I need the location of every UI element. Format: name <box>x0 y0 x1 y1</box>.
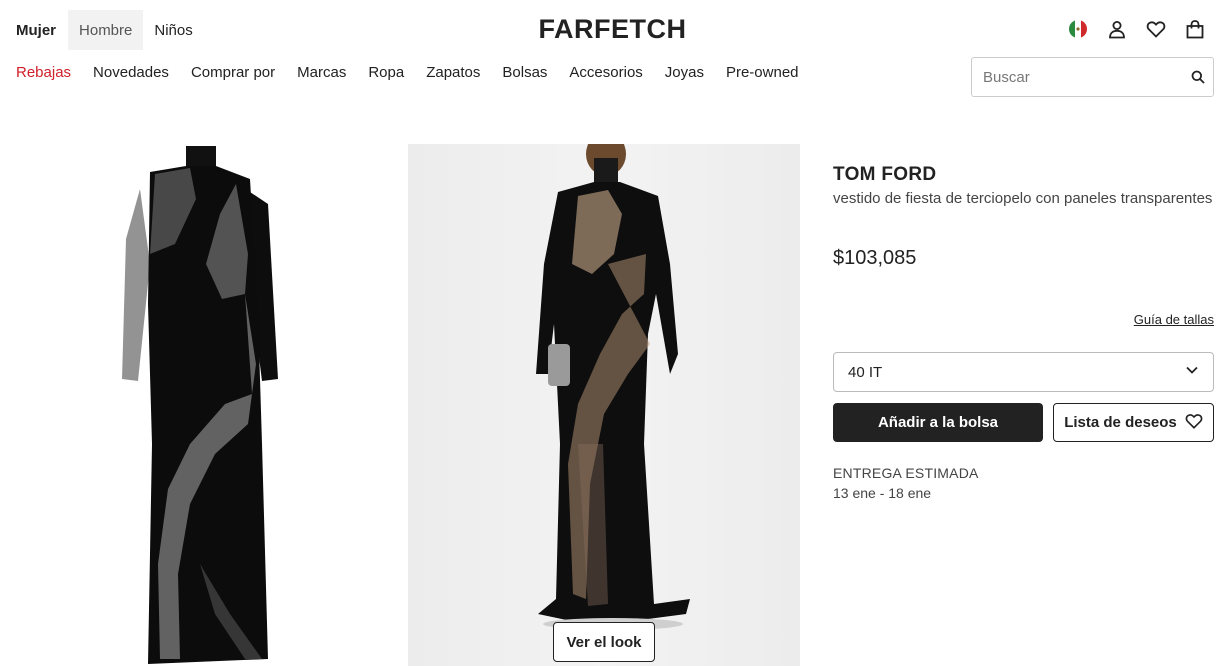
wishlist-label: Lista de deseos <box>1064 414 1177 431</box>
nav-item-accesorios[interactable]: Accesorios <box>569 64 642 81</box>
product-image-model[interactable] <box>408 144 800 666</box>
delivery-title: ENTREGA ESTIMADA <box>833 465 979 481</box>
tab-ninos[interactable]: Niños <box>143 10 203 50</box>
nav-item-ropa[interactable]: Ropa <box>368 64 404 81</box>
nav-item-bolsas[interactable]: Bolsas <box>502 64 547 81</box>
nav-item-pre-owned[interactable]: Pre-owned <box>726 64 799 81</box>
product-name: vestido de fiesta de terciopelo con pane… <box>833 190 1213 207</box>
view-look-button[interactable]: Ver el look <box>553 622 655 662</box>
search-input[interactable] <box>972 58 1182 96</box>
nav-item-rebajas[interactable]: Rebajas <box>16 64 71 81</box>
nav-item-comprar-por[interactable]: Comprar por <box>191 64 275 81</box>
main-nav: Rebajas Novedades Comprar por Marcas Rop… <box>16 64 821 81</box>
farfetch-logo[interactable]: FARFETCH <box>539 14 687 44</box>
header-icons <box>1068 19 1205 39</box>
nav-item-marcas[interactable]: Marcas <box>297 64 346 81</box>
bag-icon[interactable] <box>1185 19 1205 39</box>
search-box <box>971 57 1214 97</box>
user-icon[interactable] <box>1107 19 1127 39</box>
delivery-dates: 13 ene - 18 ene <box>833 485 932 501</box>
mexico-flag-icon[interactable] <box>1068 19 1088 39</box>
heart-icon <box>1185 412 1203 434</box>
nav-item-zapatos[interactable]: Zapatos <box>426 64 480 81</box>
product-image-main[interactable] <box>0 144 400 666</box>
search-icon[interactable] <box>1182 70 1213 84</box>
size-guide-link[interactable]: Guía de tallas <box>1134 312 1214 327</box>
tab-mujer[interactable]: Mujer <box>0 10 68 50</box>
selected-size: 40 IT <box>848 363 883 381</box>
product-brand[interactable]: TOM FORD <box>833 164 936 186</box>
heart-icon[interactable] <box>1146 19 1166 39</box>
tab-hombre[interactable]: Hombre <box>68 10 144 50</box>
nav-item-joyas[interactable]: Joyas <box>665 64 704 81</box>
chevron-down-icon <box>1185 363 1199 381</box>
size-select[interactable]: 40 IT <box>833 352 1214 392</box>
wishlist-button[interactable]: Lista de deseos <box>1053 403 1214 442</box>
gender-tabs: Mujer Hombre Niños <box>0 10 204 50</box>
product-price: $103,085 <box>833 247 917 269</box>
add-to-bag-button[interactable]: Añadir a la bolsa <box>833 403 1043 442</box>
nav-item-novedades[interactable]: Novedades <box>93 64 169 81</box>
